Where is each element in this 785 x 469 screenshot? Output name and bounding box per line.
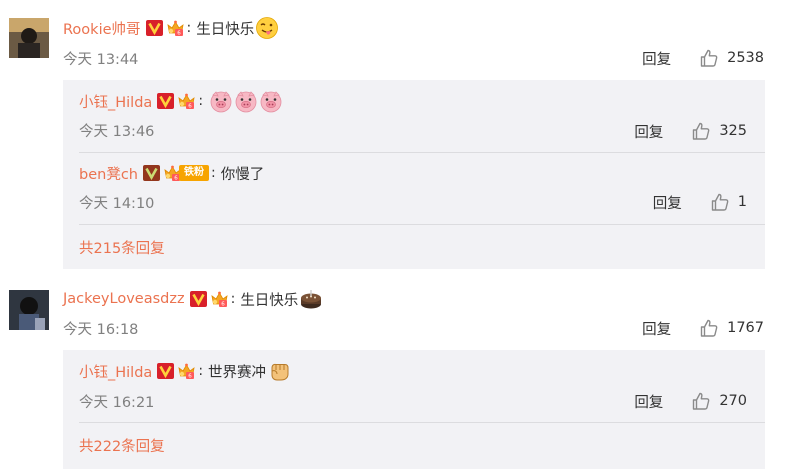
reply-actions: 回复 270 xyxy=(634,391,747,411)
reply-actions: 回复 325 xyxy=(634,121,747,141)
like-count: 325 xyxy=(719,123,747,139)
v-badge-icon[interactable] xyxy=(146,20,163,36)
colon: : xyxy=(210,165,216,181)
timestamp: 今天 13:44 xyxy=(63,51,139,68)
username-link[interactable]: JackeyLoveasdzz xyxy=(63,291,185,307)
colon: : xyxy=(230,291,236,307)
more-replies-link[interactable]: 共215条回复 xyxy=(79,237,165,258)
reply-button[interactable]: 回复 xyxy=(642,318,671,339)
timestamp: 今天 16:18 xyxy=(63,321,139,338)
reply-button[interactable]: 回复 xyxy=(653,192,682,213)
reply-header: 小钰_Hilda : xyxy=(79,90,283,112)
timestamp: 今天 14:10 xyxy=(79,195,155,212)
thumbs-up-icon[interactable] xyxy=(710,192,730,212)
colon: : xyxy=(198,363,204,379)
pig-face-emoji xyxy=(234,89,258,113)
crown-member-icon[interactable] xyxy=(210,290,229,308)
comment-text: 你慢了 xyxy=(220,166,265,183)
username-link[interactable]: ben凳ch xyxy=(79,163,138,184)
comment-text: 生日快乐 xyxy=(240,292,299,309)
v-badge-icon[interactable] xyxy=(157,363,174,379)
thumbs-up-icon[interactable] xyxy=(699,48,719,68)
comment-header: Rookie帅哥 : 生日快乐 xyxy=(63,17,279,39)
thumbs-up-icon[interactable] xyxy=(699,318,719,338)
divider xyxy=(79,152,765,153)
comment-actions: 回复 2538 xyxy=(642,48,764,68)
timestamp: 今天 16:21 xyxy=(79,394,155,411)
fan-badge[interactable]: 铁粉 xyxy=(178,165,209,181)
crown-member-icon[interactable] xyxy=(166,19,185,37)
reply-header: 小钰_Hilda : 世界赛冲 xyxy=(79,360,291,382)
like-count: 2538 xyxy=(727,50,764,66)
like-count: 1767 xyxy=(727,320,764,336)
like-count: 1 xyxy=(737,194,747,210)
colon: : xyxy=(186,20,192,36)
username-link[interactable]: 小钰_Hilda xyxy=(79,361,152,382)
reply-button[interactable]: 回复 xyxy=(634,391,663,412)
comment-text: 世界赛冲 xyxy=(208,364,267,381)
pig-face-emoji xyxy=(259,89,283,113)
username-link[interactable]: Rookie帅哥 xyxy=(63,18,141,39)
more-replies-link[interactable]: 共222条回复 xyxy=(79,435,165,456)
cake-emoji xyxy=(299,287,323,311)
v-badge-icon[interactable] xyxy=(190,291,207,307)
thumbs-up-icon[interactable] xyxy=(691,121,711,141)
reply-header: ben凳ch 铁粉 : 你慢了 xyxy=(79,162,264,184)
tongue-out-emoji xyxy=(255,16,279,40)
v-badge-icon[interactable] xyxy=(157,93,174,109)
avatar[interactable] xyxy=(9,290,49,330)
reply-button[interactable]: 回复 xyxy=(634,121,663,142)
comment-header: JackeyLoveasdzz : 生日快乐 xyxy=(63,288,323,310)
avatar[interactable] xyxy=(9,18,49,58)
reply-button[interactable]: 回复 xyxy=(642,48,671,69)
crown-member-icon[interactable] xyxy=(177,362,196,380)
username-link[interactable]: 小钰_Hilda xyxy=(79,91,152,112)
v-badge-icon[interactable] xyxy=(143,165,160,181)
thumbs-up-icon[interactable] xyxy=(691,391,711,411)
comment-actions: 回复 1767 xyxy=(642,318,764,338)
timestamp: 今天 13:46 xyxy=(79,123,155,140)
reply-actions: 回复 1 xyxy=(653,192,747,212)
like-count: 270 xyxy=(719,393,747,409)
divider xyxy=(79,224,765,225)
colon: : xyxy=(198,93,204,109)
fist-emoji xyxy=(267,359,291,383)
crown-member-icon[interactable] xyxy=(177,92,196,110)
pig-face-emoji xyxy=(209,89,233,113)
divider xyxy=(79,422,765,423)
comment-text: 生日快乐 xyxy=(196,21,255,38)
